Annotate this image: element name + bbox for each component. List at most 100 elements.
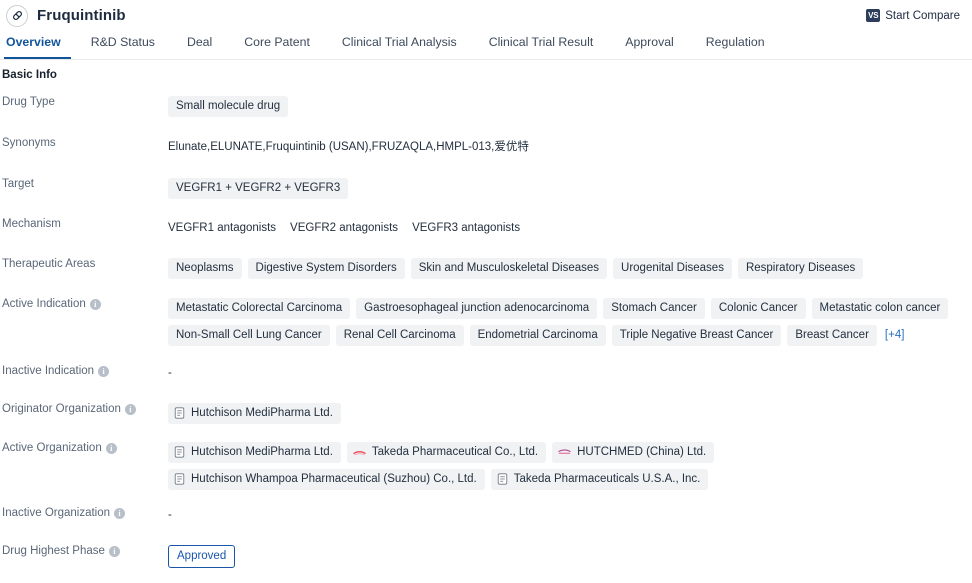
value-mechanism: VEGFR1 antagonists VEGFR2 antagonists VE… [168,218,972,236]
tag-active-indication[interactable]: Stomach Cancer [603,298,705,319]
tag-active-indication[interactable]: Gastroesophageal junction adenocarcinoma [356,298,598,319]
tab-bar: Overview R&D Status Deal Core Patent Cli… [0,31,972,60]
organization-name: Hutchison MediPharma Ltd. [191,446,333,458]
value-inactive-indication: - [168,365,972,379]
tag-active-indication[interactable]: Triple Negative Breast Cancer [611,325,782,346]
text-inactive-organization: - [168,509,172,521]
tab-clinical-trial-result[interactable]: Clinical Trial Result [473,31,610,59]
row-drug-highest-phase: Drug Highest Phase i Approved [0,545,972,568]
row-inactive-indication: Inactive Indication i - [0,365,972,387]
label-inactive-indication-text: Inactive Indication [2,365,95,377]
tag-therapeutic-area[interactable]: Neoplasms [168,258,242,279]
value-target: VEGFR1 + VEGFR2 + VEGFR3 [168,178,972,199]
takeda-logo [353,451,366,456]
tag-organization[interactable]: Hutchison MediPharma Ltd. [168,403,341,424]
tag-organization[interactable]: Hutchison MediPharma Ltd. [168,442,341,463]
tag-drug-type[interactable]: Small molecule drug [168,96,289,117]
tag-organization[interactable]: Takeda Pharmaceutical Co., Ltd. [346,442,547,463]
label-drug-type: Drug Type [0,96,168,108]
mechanism-item: VEGFR2 antagonists [290,222,399,234]
tab-deal[interactable]: Deal [171,31,228,59]
mechanism-item: VEGFR1 antagonists [168,222,277,234]
value-therapeutic-areas: Neoplasms Digestive System Disorders Ski… [168,258,972,279]
page-header: Fruquintinib VS Start Compare [0,0,972,31]
organization-name: Hutchison Whampoa Pharmaceutical (Suzhou… [191,473,477,485]
label-therapeutic-areas-text: Therapeutic Areas [2,258,96,270]
tag-organization[interactable]: Hutchison Whampoa Pharmaceutical (Suzhou… [168,469,485,490]
tag-target[interactable]: VEGFR1 + VEGFR2 + VEGFR3 [168,178,349,199]
tab-regulation[interactable]: Regulation [690,31,781,59]
tab-rd-status[interactable]: R&D Status [75,31,171,59]
row-inactive-organization: Inactive Organization i - [0,507,972,529]
document-icon [174,407,185,419]
tag-active-indication[interactable]: Colonic Cancer [710,298,806,319]
tag-therapeutic-area[interactable]: Urogenital Diseases [613,258,732,279]
label-inactive-organization: Inactive Organization i [0,507,168,519]
tag-active-indication[interactable]: Endometrial Carcinoma [469,325,606,346]
label-synonyms-text: Synonyms [2,137,56,149]
label-target: Target [0,178,168,190]
tag-organization[interactable]: HUTCHMED (China) Ltd. [552,442,715,463]
row-active-organization: Active Organization i Hutchison MediPhar… [0,442,972,490]
mechanism-list: VEGFR1 antagonists VEGFR2 antagonists VE… [168,218,520,236]
page-title: Fruquintinib [37,7,126,24]
organization-name: Hutchison MediPharma Ltd. [191,407,333,419]
drug-title-group: Fruquintinib [6,4,126,27]
label-synonyms: Synonyms [0,137,168,149]
start-compare-label: Start Compare [885,9,960,22]
tag-therapeutic-area[interactable]: Respiratory Diseases [737,258,864,279]
value-active-organization: Hutchison MediPharma Ltd. Takeda Pharmac… [168,442,972,490]
organization-name: HUTCHMED (China) Ltd. [577,446,707,458]
info-icon[interactable]: i [114,507,126,519]
label-drug-highest-phase: Drug Highest Phase i [0,545,168,557]
tab-clinical-trial-analysis[interactable]: Clinical Trial Analysis [326,31,473,59]
text-inactive-indication: - [168,367,172,379]
info-icon[interactable]: i [98,365,110,377]
tab-overview[interactable]: Overview [2,31,75,59]
organization-name: Takeda Pharmaceuticals U.S.A., Inc. [513,473,701,485]
label-drug-highest-phase-text: Drug Highest Phase [2,545,105,557]
value-active-indication: Metastatic Colorectal Carcinoma Gastroes… [168,298,972,346]
show-more-indications-link[interactable]: [+4] [883,325,907,345]
info-icon[interactable]: i [108,545,120,557]
info-icon[interactable]: i [124,403,136,415]
section-title-basic-info: Basic Info [2,69,57,81]
tag-active-indication[interactable]: Metastatic Colorectal Carcinoma [168,298,351,319]
row-drug-type: Drug Type Small molecule drug [0,96,972,118]
row-target: Target VEGFR1 + VEGFR2 + VEGFR3 [0,178,972,200]
status-badge-approved[interactable]: Approved [168,545,236,568]
tab-approval[interactable]: Approval [609,31,690,59]
tag-therapeutic-area[interactable]: Digestive System Disorders [247,258,405,279]
row-mechanism: Mechanism VEGFR1 antagonists VEGFR2 anta… [0,218,972,240]
tag-active-indication[interactable]: Non-Small Cell Lung Cancer [168,325,330,346]
hutchmed-logo [558,449,571,454]
row-therapeutic-areas: Therapeutic Areas Neoplasms Digestive Sy… [0,258,972,280]
label-active-organization-text: Active Organization [2,442,102,454]
label-target-text: Target [2,178,34,190]
tab-core-patent[interactable]: Core Patent [228,31,326,59]
label-inactive-organization-text: Inactive Organization [2,507,111,519]
document-icon [174,473,185,485]
mechanism-item: VEGFR3 antagonists [412,222,521,234]
info-icon[interactable]: i [89,298,101,310]
label-mechanism: Mechanism [0,218,168,230]
tag-organization[interactable]: Takeda Pharmaceuticals U.S.A., Inc. [490,469,709,490]
row-active-indication: Active Indication i Metastatic Colorecta… [0,298,972,346]
pill-capsule-icon [6,4,28,27]
text-synonyms: Elunate,ELUNATE,Fruquintinib (USAN),FRUZ… [168,141,529,153]
tag-active-indication[interactable]: Breast Cancer [787,325,877,346]
tag-active-indication[interactable]: Renal Cell Carcinoma [335,325,464,346]
value-drug-highest-phase: Approved [168,545,972,568]
start-compare-button[interactable]: VS Start Compare [866,9,960,22]
label-therapeutic-areas: Therapeutic Areas [0,258,168,270]
label-originator-organization-text: Originator Organization [2,403,121,415]
tag-therapeutic-area[interactable]: Skin and Musculoskeletal Diseases [410,258,608,279]
vs-badge-icon: VS [866,9,881,22]
row-originator-organization: Originator Organization i Hutchison Medi… [0,403,972,425]
label-active-indication: Active Indication i [0,298,168,310]
label-originator-organization: Originator Organization i [0,403,168,415]
label-mechanism-text: Mechanism [2,218,61,230]
info-icon[interactable]: i [105,442,117,454]
label-inactive-indication: Inactive Indication i [0,365,168,377]
tag-active-indication[interactable]: Metastatic colon cancer [811,298,949,319]
